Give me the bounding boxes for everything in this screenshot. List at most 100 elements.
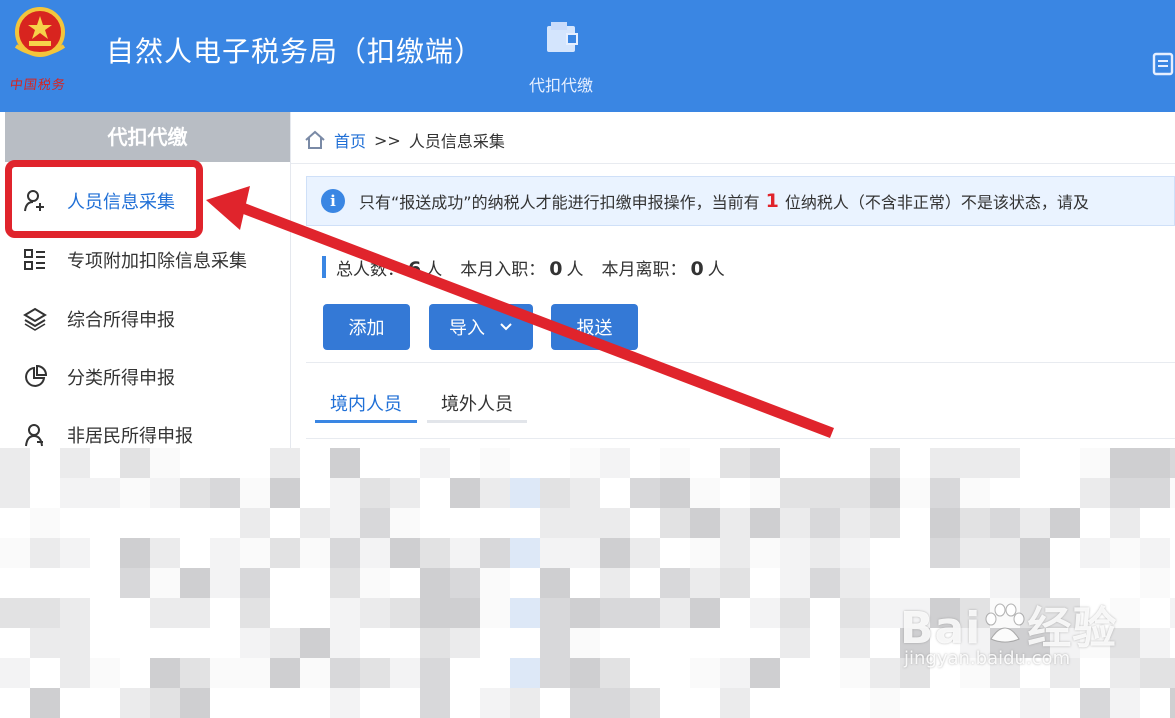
mosaic-block	[390, 538, 420, 568]
mosaic-block	[540, 658, 570, 688]
notice-banner: i 只有“报送成功”的纳税人才能进行扣缴申报操作，当前有 1 位纳税人（不含非正…	[306, 176, 1175, 226]
mosaic-block	[210, 508, 240, 538]
breadcrumb-home-link[interactable]: 首页	[334, 128, 366, 152]
add-button[interactable]: 添加	[323, 304, 410, 350]
mosaic-block	[90, 448, 120, 478]
mosaic-block	[630, 568, 660, 598]
mosaic-block	[270, 628, 300, 658]
mosaic-block	[900, 448, 930, 478]
tab-overseas-personnel[interactable]: 境外人员	[427, 386, 527, 423]
mosaic-block	[1140, 688, 1170, 718]
mosaic-block	[30, 478, 60, 508]
mosaic-block	[1080, 628, 1110, 658]
mosaic-block	[180, 658, 210, 688]
person-icon	[23, 423, 49, 447]
notice-count: 1	[765, 190, 779, 212]
divider	[306, 438, 1175, 439]
mosaic-block	[630, 658, 660, 688]
sidebar-item-comprehensive-income[interactable]: 综合所得申报	[5, 290, 290, 348]
mosaic-block	[330, 568, 360, 598]
mosaic-block	[600, 448, 630, 478]
mosaic-block	[420, 658, 450, 688]
mosaic-block	[270, 508, 300, 538]
mosaic-block	[960, 508, 990, 538]
sidebar-item-classified-income[interactable]: 分类所得申报	[5, 348, 290, 406]
mosaic-block	[90, 688, 120, 718]
mosaic-block	[510, 688, 540, 718]
layers-icon	[23, 307, 49, 331]
mosaic-block	[1110, 688, 1140, 718]
mosaic-block	[750, 478, 780, 508]
mosaic-block	[420, 568, 450, 598]
mosaic-block	[90, 568, 120, 598]
mosaic-block	[540, 568, 570, 598]
nav-withholding[interactable]: 代扣代缴	[506, 20, 616, 100]
mosaic-block	[930, 448, 960, 478]
mosaic-block	[300, 478, 330, 508]
document-icon[interactable]	[1152, 52, 1175, 76]
mosaic-block	[240, 538, 270, 568]
mosaic-block	[870, 568, 900, 598]
mosaic-block	[930, 478, 960, 508]
mosaic-block	[510, 598, 540, 628]
mosaic-block	[570, 658, 600, 688]
mosaic-block	[780, 478, 810, 508]
sidebar-item-personnel-info[interactable]: 人员信息采集	[5, 172, 290, 230]
mosaic-block	[30, 538, 60, 568]
mosaic-block	[780, 628, 810, 658]
mosaic-block	[660, 628, 690, 658]
person-add-icon	[23, 189, 49, 213]
tab-domestic-personnel[interactable]: 境内人员	[315, 386, 417, 423]
mosaic-block	[690, 448, 720, 478]
mosaic-block	[210, 688, 240, 718]
mosaic-block	[600, 628, 630, 658]
stats-joined-value: 0	[549, 257, 563, 280]
mosaic-block	[720, 658, 750, 688]
mosaic-block	[930, 538, 960, 568]
mosaic-block	[720, 508, 750, 538]
mosaic-block	[870, 628, 900, 658]
mosaic-block	[930, 568, 960, 598]
mosaic-block	[690, 658, 720, 688]
import-button[interactable]: 导入	[429, 304, 533, 350]
mosaic-block	[960, 598, 990, 628]
mosaic-block	[1020, 478, 1050, 508]
mosaic-block	[510, 658, 540, 688]
mosaic-block	[690, 688, 720, 718]
mosaic-block	[870, 658, 900, 688]
mosaic-block	[750, 508, 780, 538]
home-icon[interactable]	[304, 130, 326, 150]
mosaic-block	[1020, 688, 1050, 718]
mosaic-block	[1110, 568, 1140, 598]
import-button-label: 导入	[449, 318, 485, 339]
mosaic-block	[390, 628, 420, 658]
notice-prefix: 只有“报送成功”的纳税人才能进行扣缴申报操作，当前有	[359, 193, 760, 212]
sidebar-item-special-deduction[interactable]: 专项附加扣除信息采集	[5, 231, 290, 289]
submit-button[interactable]: 报送	[551, 304, 638, 350]
mosaic-block	[180, 448, 210, 478]
mosaic-block	[360, 568, 390, 598]
mosaic-block	[1020, 538, 1050, 568]
mosaic-block	[900, 688, 930, 718]
mosaic-block	[900, 628, 930, 658]
mosaic-block	[1080, 688, 1110, 718]
mosaic-block	[60, 508, 90, 538]
mosaic-block	[510, 508, 540, 538]
mosaic-block	[1170, 628, 1175, 658]
mosaic-block	[990, 658, 1020, 688]
mosaic-block	[900, 598, 930, 628]
sidebar-item-label: 分类所得申报	[67, 368, 175, 389]
mosaic-block	[0, 508, 30, 538]
stats-left-value: 0	[690, 257, 704, 280]
mosaic-block	[1080, 478, 1110, 508]
mosaic-block	[660, 538, 690, 568]
mosaic-block	[360, 508, 390, 538]
mosaic-block	[300, 688, 330, 718]
mosaic-block	[1020, 568, 1050, 598]
mosaic-block	[1140, 508, 1170, 538]
mosaic-block	[540, 688, 570, 718]
mosaic-block	[450, 478, 480, 508]
mosaic-block	[540, 598, 570, 628]
mosaic-block	[1140, 538, 1170, 568]
mosaic-block	[180, 568, 210, 598]
